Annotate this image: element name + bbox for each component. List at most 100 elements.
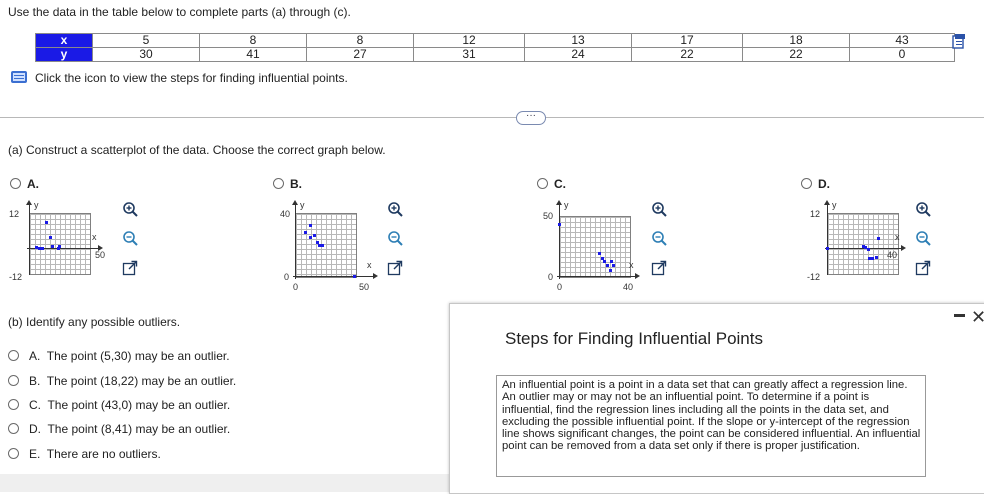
outlier-option-c-text: C. The point (43,0) may be an outlier. (29, 398, 230, 412)
expand-icon[interactable] (915, 260, 931, 276)
x-tick: 50 (359, 282, 370, 292)
hint-text: Click the icon to view the steps for fin… (35, 71, 348, 85)
data-point (603, 260, 606, 263)
zoom-out-icon[interactable] (915, 230, 931, 246)
outlier-option-a-radio[interactable] (8, 350, 19, 361)
data-point (598, 252, 601, 255)
plot-grid (827, 213, 899, 275)
x-cell: 43 (849, 33, 955, 48)
option-c-radio[interactable] (537, 178, 548, 189)
option-letter: E. (29, 447, 41, 461)
influential-points-popup: Steps for Finding Influential Points ✕ A… (449, 303, 984, 494)
x-cell: 17 (631, 33, 743, 48)
option-b-radio[interactable] (273, 178, 284, 189)
y-axis-label: y (832, 200, 837, 210)
data-point (304, 231, 307, 234)
table-row-x: x 5 8 8 12 13 17 18 43 (35, 33, 955, 48)
close-icon[interactable]: ✕ (971, 308, 984, 326)
scatterplot-a: 12 -12 50 x y (5, 200, 115, 290)
y-axis-label: y (300, 200, 305, 210)
zoom-out-icon[interactable] (651, 230, 667, 246)
zoom-in-icon[interactable] (122, 201, 138, 217)
data-point (612, 264, 615, 267)
x-header: x (35, 33, 93, 48)
option-d-radio[interactable] (801, 178, 812, 189)
x-cell: 5 (92, 33, 200, 48)
outlier-option-e-radio[interactable] (8, 448, 19, 459)
data-point (309, 236, 312, 239)
outlier-option-e-text: E. There are no outliers. (29, 447, 161, 461)
y-cell: 27 (306, 47, 414, 62)
expand-icon[interactable] (651, 260, 667, 276)
table-row-y: y 30 41 27 31 24 22 22 0 (35, 47, 955, 62)
x-origin-tick: 0 (557, 282, 563, 292)
plot-grid (29, 213, 91, 275)
y-axis (827, 203, 828, 275)
copy-data-icon[interactable] (952, 33, 966, 49)
more-button[interactable]: ··· (516, 111, 546, 125)
data-point (58, 245, 61, 248)
y-tick-bottom: -12 (807, 272, 821, 282)
option-a-radio[interactable] (10, 178, 21, 189)
data-point (826, 247, 829, 250)
outlier-option-b-radio[interactable] (8, 375, 19, 386)
data-point (45, 221, 48, 224)
x-cell: 8 (199, 33, 307, 48)
outlier-option-d-radio[interactable] (8, 423, 19, 434)
outlier-option-c-radio[interactable] (8, 399, 19, 410)
zoom-in-icon[interactable] (915, 201, 931, 217)
scatterplot-b: 40 0 0 50 x y (278, 200, 388, 292)
x-axis-label: x (895, 232, 900, 242)
data-point (606, 264, 609, 267)
outlier-option-a-text: A. The point (5,30) may be an outlier. (29, 349, 230, 363)
data-point (867, 248, 870, 251)
y-cell: 24 (524, 47, 632, 62)
y-tick-bottom: -12 (9, 272, 23, 282)
x-axis (293, 276, 374, 277)
option-text: There are no outliers. (46, 447, 161, 461)
expand-icon[interactable] (387, 260, 403, 276)
x-axis-arrow (635, 273, 640, 279)
x-axis-label: x (92, 232, 97, 242)
x-cell: 13 (524, 33, 632, 48)
y-axis-label: y (564, 200, 569, 210)
data-point (321, 244, 324, 247)
plot-grid (559, 216, 631, 278)
x-origin-tick: 0 (293, 282, 299, 292)
zoom-in-icon[interactable] (387, 201, 403, 217)
minimize-icon[interactable] (954, 314, 965, 317)
option-a-label: A. (27, 177, 39, 191)
y-axis (559, 203, 560, 279)
data-point (309, 224, 312, 227)
outlier-option-b-text: B. The point (18,22) may be an outlier. (29, 374, 236, 388)
zoom-out-icon[interactable] (122, 230, 138, 246)
data-point (51, 245, 54, 248)
instructions-text: Use the data in the table below to compl… (8, 5, 351, 19)
data-point (871, 257, 874, 260)
data-table: x 5 8 8 12 13 17 18 43 y 30 41 27 31 24 … (35, 33, 955, 62)
expand-icon[interactable] (122, 260, 138, 276)
popup-body-text: An influential point is a point in a dat… (502, 379, 921, 453)
y-axis-arrow (556, 200, 562, 205)
y-cell: 22 (631, 47, 743, 62)
y-axis-arrow (824, 200, 830, 205)
option-d-label: D. (818, 177, 830, 191)
option-c-label: C. (554, 177, 566, 191)
x-axis-arrow (373, 273, 378, 279)
book-icon[interactable] (10, 70, 28, 84)
y-cell: 31 (413, 47, 525, 62)
option-letter: A. (29, 349, 41, 363)
option-text: The point (43,0) may be an outlier. (47, 398, 231, 412)
zoom-out-icon[interactable] (387, 230, 403, 246)
y-cell: 0 (849, 47, 955, 62)
data-point (49, 236, 52, 239)
part-b-prompt: (b) Identify any possible outliers. (8, 315, 181, 329)
y-tick-bottom: 0 (548, 272, 554, 282)
x-cell: 12 (413, 33, 525, 48)
x-cell: 18 (742, 33, 850, 48)
zoom-in-icon[interactable] (651, 201, 667, 217)
data-point (313, 234, 316, 237)
x-tick: 40 (623, 282, 634, 292)
y-cell: 30 (92, 47, 200, 62)
x-tick: 40 (887, 250, 898, 260)
